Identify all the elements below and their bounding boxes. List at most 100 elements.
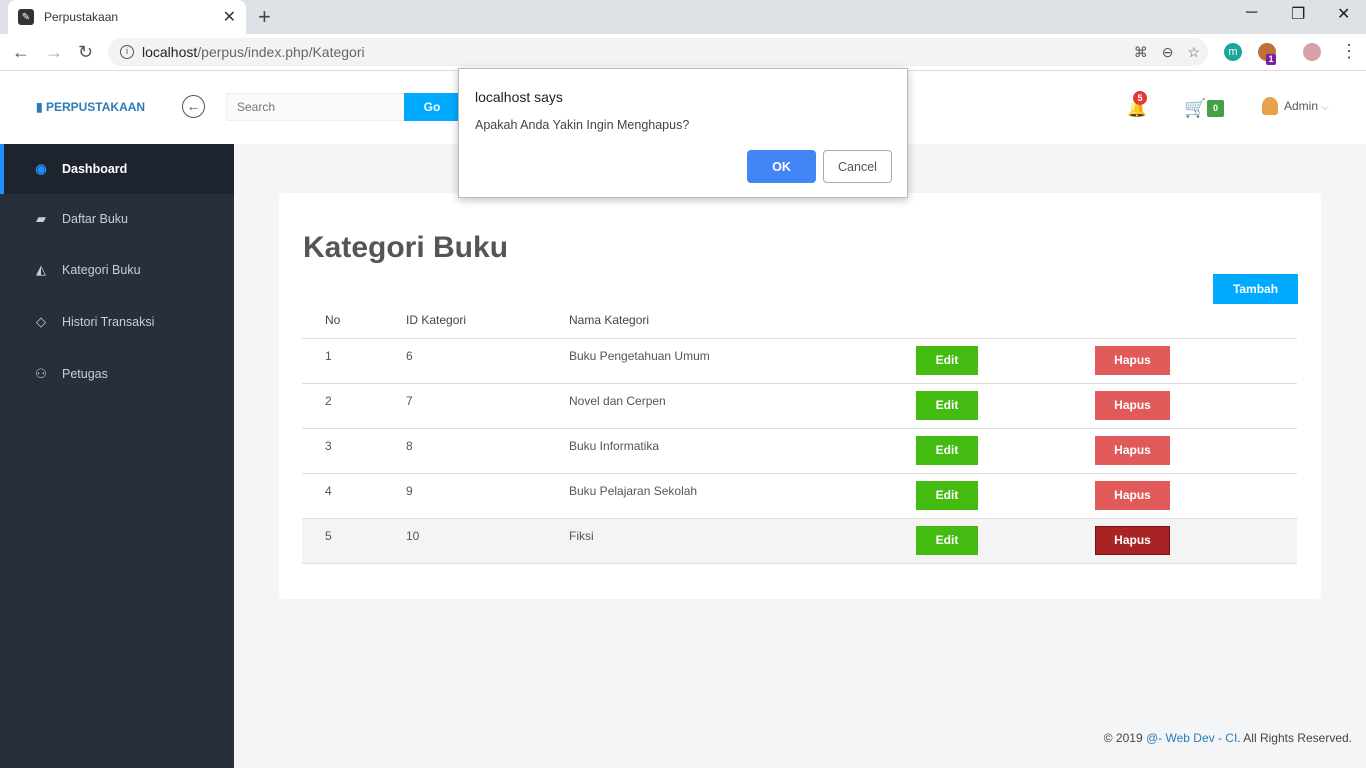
extension-badge: 1 (1266, 54, 1276, 65)
cell-id: 8 (406, 428, 569, 474)
delete-button[interactable]: Hapus (1095, 480, 1170, 510)
notification-badge: 5 (1133, 91, 1147, 105)
cell-name: Buku Informatika (569, 428, 916, 474)
address-bar: ← → ↻ i localhost/perpus/index.php/Kateg… (0, 34, 1366, 71)
column-header-no: No (302, 303, 406, 339)
column-header-edit (916, 303, 1095, 339)
cell-no: 4 (302, 473, 406, 519)
profile-avatar-icon[interactable] (1303, 43, 1321, 61)
edit-button[interactable]: Edit (916, 390, 978, 420)
add-category-button[interactable]: Tambah (1213, 274, 1298, 304)
delete-button[interactable]: Hapus (1095, 390, 1170, 420)
cancel-button[interactable]: Cancel (823, 150, 892, 183)
translate-icon[interactable]: ⌘ (1134, 44, 1148, 61)
table-header-row: No ID Kategori Nama Kategori (302, 303, 1297, 339)
sidebar-item-label: Petugas (62, 367, 108, 381)
tab-favicon-icon: ✎ (18, 9, 34, 25)
book-icon: ▮ (36, 100, 43, 114)
sidebar-item-label: Dashboard (62, 162, 128, 176)
cell-name: Novel dan Cerpen (569, 383, 916, 429)
delete-button[interactable]: Hapus (1095, 435, 1170, 465)
area-chart-icon: ◭ (36, 262, 46, 277)
minimize-icon[interactable]: ─ (1246, 4, 1257, 22)
edit-button[interactable]: Edit (916, 435, 978, 465)
user-name: Admin (1284, 99, 1319, 113)
edit-button[interactable]: Edit (916, 345, 978, 375)
reload-icon[interactable]: ↻ (78, 42, 93, 63)
sidebar-item-kategori-buku[interactable]: ◭ Kategori Buku (0, 245, 234, 295)
footer-prefix: © 2019 (1103, 731, 1146, 745)
ok-button[interactable]: OK (747, 150, 816, 183)
footer: © 2019 @- Web Dev - CI. All Rights Reser… (1104, 731, 1352, 745)
cart-badge: 0 (1207, 100, 1224, 117)
cell-no: 5 (302, 518, 406, 564)
menu-kebab-icon[interactable]: ⋮ (1340, 41, 1358, 62)
cell-name: Buku Pengetahuan Umum (569, 338, 916, 384)
edit-button[interactable]: Edit (916, 525, 978, 555)
confirm-dialog: localhost says Apakah Anda Yakin Ingin M… (458, 68, 908, 198)
table-row: 1 6 Buku Pengetahuan Umum Edit Hapus (302, 338, 1297, 384)
search-input[interactable] (226, 93, 406, 121)
column-header-name: Nama Kategori (569, 303, 916, 339)
table-row: 2 7 Novel dan Cerpen Edit Hapus (302, 383, 1297, 429)
brand-label: PERPUSTAKAAN (45, 100, 146, 114)
avatar[interactable] (1262, 97, 1278, 115)
delete-button[interactable]: Hapus (1095, 345, 1170, 375)
extension-m-icon[interactable]: m (1224, 43, 1242, 61)
cell-no: 3 (302, 428, 406, 474)
table-row: 4 9 Buku Pelajaran Sekolah Edit Hapus (302, 473, 1297, 519)
sidebar-item-petugas[interactable]: ⚇ Petugas (0, 349, 234, 399)
sidebar: ◉ Dashboard ▰ Daftar Buku ◭ Kategori Buk… (0, 144, 234, 768)
table-row: 5 10 Fiksi Edit Hapus (302, 518, 1297, 564)
cell-name: Fiksi (569, 518, 916, 564)
cart-icon[interactable]: 🛒 (1184, 98, 1206, 119)
new-tab-icon[interactable]: + (258, 4, 271, 30)
user-menu[interactable]: Admin ⌵ (1284, 99, 1329, 113)
bookmark-star-icon[interactable]: ☆ (1187, 44, 1200, 61)
sidebar-toggle-icon[interactable]: ← (182, 95, 205, 118)
restore-icon[interactable]: ❐ (1291, 4, 1305, 24)
browser-tab-bar: ✎ Perpustakaan ✕ + ─ ❐ ✕ (0, 0, 1366, 34)
sidebar-item-label: Daftar Buku (62, 212, 129, 226)
url-path: /perpus/index.php/Kategori (197, 44, 365, 60)
sidebar-item-dashboard[interactable]: ◉ Dashboard (0, 144, 234, 194)
edit-button[interactable]: Edit (916, 480, 978, 510)
tab-title: Perpustakaan (44, 10, 119, 24)
sidebar-item-label: Histori Transaksi (62, 315, 155, 329)
forward-icon[interactable]: → (45, 42, 63, 63)
brand-link[interactable]: ▮ PERPUSTAKAAN (36, 100, 145, 114)
inbox-icon: ◇ (36, 314, 46, 329)
info-icon[interactable]: i (120, 45, 134, 59)
column-header-id: ID Kategori (406, 303, 569, 339)
url-host: localhost (142, 44, 198, 60)
cell-id: 7 (406, 383, 569, 429)
footer-link[interactable]: @- Web Dev - CI (1146, 731, 1237, 745)
column-header-delete (1095, 303, 1297, 339)
cell-no: 2 (302, 383, 406, 429)
cell-name: Buku Pelajaran Sekolah (569, 473, 916, 519)
delete-button[interactable]: Hapus (1095, 525, 1170, 555)
cell-id: 6 (406, 338, 569, 384)
browser-tab[interactable]: ✎ Perpustakaan ✕ (8, 0, 246, 34)
sidebar-item-label: Kategori Buku (62, 263, 141, 277)
zoom-icon[interactable]: ⊖ (1162, 44, 1174, 61)
tab-close-icon[interactable]: ✕ (223, 7, 236, 27)
cell-no: 1 (302, 338, 406, 384)
cell-id: 9 (406, 473, 569, 519)
table-row: 3 8 Buku Informatika Edit Hapus (302, 428, 1297, 474)
sidebar-item-daftar-buku[interactable]: ▰ Daftar Buku (0, 194, 234, 244)
dialog-message: Apakah Anda Yakin Ingin Menghapus? (475, 118, 690, 132)
dialog-title: localhost says (475, 89, 563, 105)
chevron-down-icon: ⌵ (1321, 102, 1329, 113)
sidebar-item-histori-transaksi[interactable]: ◇ Histori Transaksi (0, 297, 234, 347)
footer-suffix: . All Rights Reserved. (1237, 731, 1352, 745)
page-title: Kategori Buku (303, 231, 509, 264)
category-table: No ID Kategori Nama Kategori 1 6 Buku Pe… (302, 303, 1297, 564)
back-icon[interactable]: ← (12, 42, 30, 63)
book-icon: ▰ (36, 211, 46, 226)
close-window-icon[interactable]: ✕ (1337, 4, 1350, 24)
search-go-button[interactable]: Go (404, 93, 460, 121)
users-icon: ⚇ (35, 366, 47, 381)
url-field[interactable]: i localhost/perpus/index.php/Kategori ⌘ … (108, 38, 1208, 66)
cell-id: 10 (406, 518, 569, 564)
